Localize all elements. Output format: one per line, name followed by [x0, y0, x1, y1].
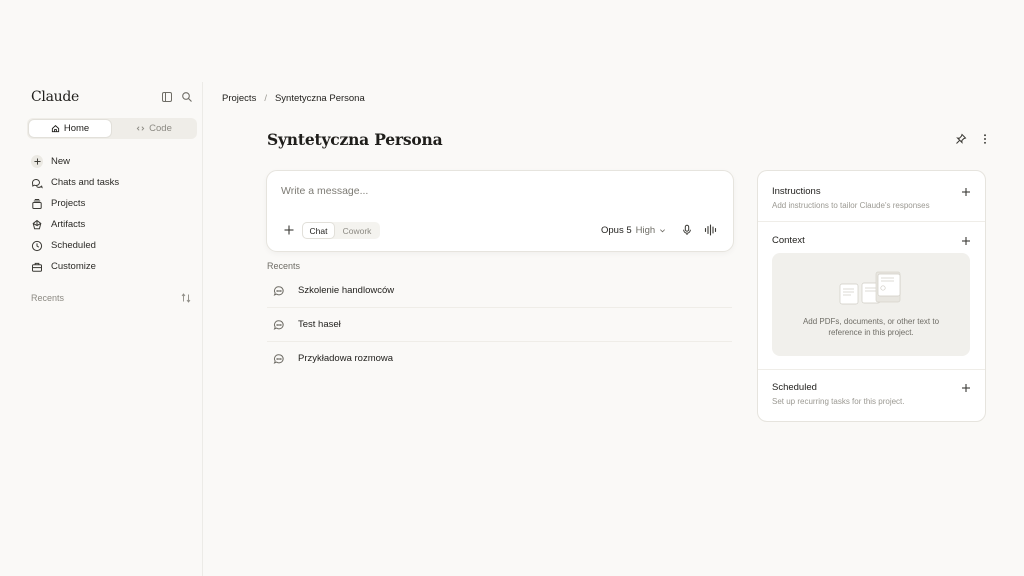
chat-bubble-icon — [273, 353, 284, 364]
breadcrumb-current: Syntetyczna Persona — [274, 93, 365, 104]
sidebar-toggle-icon[interactable] — [161, 91, 173, 103]
panel-divider — [758, 221, 985, 222]
model-selector[interactable]: Opus 5 High — [601, 225, 666, 236]
add-instructions-icon[interactable] — [961, 187, 971, 197]
list-item-title: Test haseł — [298, 319, 341, 330]
home-icon — [51, 125, 59, 133]
more-options-icon[interactable] — [979, 133, 991, 145]
add-scheduled-icon[interactable] — [961, 383, 971, 393]
chat-bubble-icon — [273, 319, 284, 330]
home-tab-label: Home — [63, 123, 90, 134]
context-title: Context — [772, 235, 805, 246]
chat-bubble-icon — [273, 285, 284, 296]
sidebar-item-label: Customize — [51, 261, 96, 272]
plus-icon — [31, 155, 43, 168]
recent-chats-list: Szkolenie handlowców Test haseł Przykład… — [267, 274, 732, 375]
sidebar-item-customize[interactable]: Customize — [31, 256, 119, 277]
sidebar-item-chats[interactable]: Chats and tasks — [31, 172, 119, 193]
sidebar-item-label: Projects — [51, 198, 86, 209]
dropzone-hint: Add PDFs, documents, or other text to re… — [772, 316, 970, 338]
microphone-icon[interactable] — [681, 224, 693, 236]
list-item[interactable]: Przykładowa rozmowa — [267, 342, 732, 375]
dropzone-hint-line: Add PDFs, documents, or other text to — [802, 317, 940, 326]
scheduled-title: Scheduled — [772, 382, 817, 393]
message-composer: Write a message... Chat Cowork Opus 5 Hi… — [266, 170, 734, 252]
home-code-switch: Home Code — [27, 118, 197, 139]
effort-level: High — [635, 225, 656, 236]
code-icon — [136, 126, 145, 131]
sidebar: Claude Home Code New Chats and tasks Pro… — [0, 82, 203, 576]
sidebar-item-label: Chats and tasks — [51, 177, 120, 188]
search-icon[interactable] — [181, 91, 193, 103]
sidebar-item-scheduled[interactable]: Scheduled — [31, 235, 119, 256]
chevron-down-icon — [660, 229, 666, 233]
model-name: Opus 5 — [601, 225, 632, 236]
dropzone-hint-line: reference in this project. — [828, 328, 914, 337]
briefcase-icon — [32, 262, 42, 272]
sidebar-nav: New Chats and tasks Projects Artifacts S… — [31, 151, 119, 277]
breadcrumb-separator: / — [264, 93, 267, 104]
projects-icon — [32, 198, 42, 209]
app-window: Claude Home Code New Chats and tasks Pro… — [0, 82, 1024, 576]
artifacts-icon — [32, 219, 42, 229]
mode-cowork-button[interactable]: Cowork — [336, 223, 378, 238]
recents-label: Recents — [267, 261, 301, 271]
sort-icon[interactable] — [181, 293, 191, 303]
clock-icon — [31, 240, 43, 251]
message-input[interactable]: Write a message... — [281, 185, 368, 197]
instructions-description: Add instructions to tailor Claude's resp… — [772, 201, 930, 210]
context-dropzone[interactable]: Add PDFs, documents, or other text to re… — [772, 253, 970, 356]
sidebar-recents-label: Recents — [31, 293, 65, 303]
logo: Claude — [31, 89, 79, 105]
list-item-title: Przykładowa rozmowa — [298, 353, 394, 364]
page-title: Syntetyczna Persona — [267, 130, 443, 149]
breadcrumb-projects-link[interactable]: Projects — [222, 93, 256, 104]
breadcrumb: Projects / Syntetyczna Persona — [222, 93, 365, 104]
sidebar-item-artifacts[interactable]: Artifacts — [31, 214, 119, 235]
pin-icon[interactable] — [955, 133, 967, 145]
voice-mode-icon[interactable] — [704, 224, 718, 236]
add-context-icon[interactable] — [961, 236, 971, 246]
mode-chat-button[interactable]: Chat — [303, 223, 334, 238]
scheduled-description: Set up recurring tasks for this project. — [772, 397, 905, 406]
sidebar-item-new[interactable]: New — [31, 151, 119, 172]
list-item[interactable]: Szkolenie handlowców — [267, 274, 732, 308]
project-side-panel: Instructions Add instructions to tailor … — [757, 170, 986, 422]
code-tab[interactable]: Code — [113, 120, 195, 137]
panel-divider — [758, 369, 985, 370]
list-item[interactable]: Test haseł — [267, 308, 732, 342]
home-tab[interactable]: Home — [29, 120, 111, 137]
sidebar-item-projects[interactable]: Projects — [31, 193, 119, 214]
sidebar-item-label: Scheduled — [51, 240, 96, 251]
instructions-title: Instructions — [772, 186, 821, 197]
mode-switch: Chat Cowork — [302, 222, 380, 239]
sidebar-item-label: Artifacts — [51, 219, 86, 230]
code-tab-label: Code — [149, 123, 172, 134]
add-attachment-icon[interactable] — [283, 224, 295, 236]
chats-icon — [31, 178, 43, 189]
documents-illustration-icon — [839, 271, 901, 305]
sidebar-item-label: New — [51, 156, 71, 167]
list-item-title: Szkolenie handlowców — [298, 285, 395, 296]
